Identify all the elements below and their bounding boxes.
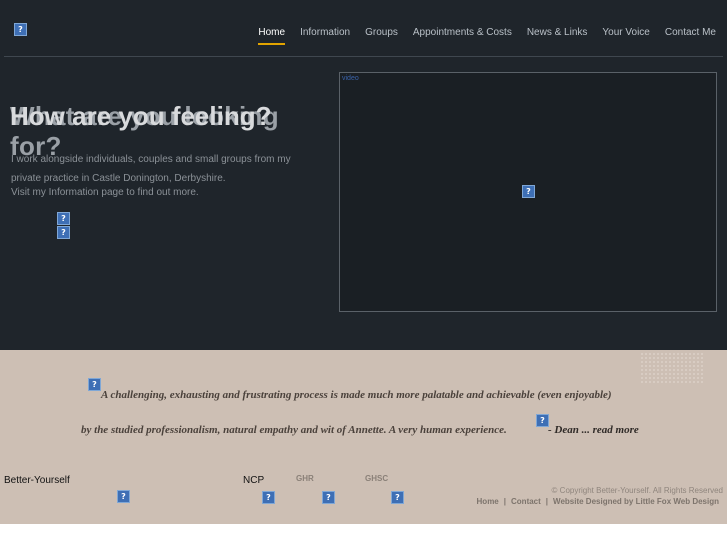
logo-broken-image-icon[interactable]: ?: [14, 23, 27, 36]
intro-line-3: Visit my Information page to find out mo…: [11, 187, 199, 198]
nav-item-appointments-costs[interactable]: Appointments & Costs: [413, 27, 512, 45]
nav-item-your-voice[interactable]: Your Voice: [602, 27, 649, 45]
hero-intro: I work alongside individuals, couples an…: [11, 150, 311, 199]
footer-broken-image-icon: ?: [262, 491, 275, 504]
nav-item-news-links[interactable]: News & Links: [527, 27, 588, 45]
nav-item-groups[interactable]: Groups: [365, 27, 398, 45]
broken-image-icon: ?: [57, 212, 70, 225]
footer-broken-image-icon: ?: [322, 491, 335, 504]
footer-ghsc-label: GHSC: [365, 474, 389, 483]
testimonial-line-1: A challenging, exhausting and frustratin…: [101, 389, 612, 401]
header-divider: [4, 56, 723, 57]
footer-link-contact[interactable]: Contact: [511, 497, 541, 506]
testimonial-read-more-link[interactable]: - Dean ... read more: [548, 424, 639, 436]
nav-item-home[interactable]: Home: [258, 27, 285, 45]
footer-link-home[interactable]: Home: [477, 497, 499, 506]
footer-brand: Better-Yourself: [4, 475, 70, 486]
footer-copyright: © Copyright Better-Yourself. All Rights …: [551, 486, 723, 495]
hero-headline-front: How are you feeling?: [10, 101, 272, 131]
quote-broken-image-icon: ?: [88, 378, 101, 391]
decorative-dots: [640, 352, 704, 384]
footer-ncp-label: NCP: [243, 475, 265, 486]
intro-line-2: private practice in Castle Donington, De…: [11, 173, 226, 184]
footer-links: Home | Contact | Website Designed by Little …: [477, 497, 719, 506]
footer-broken-image-icon: ?: [391, 491, 404, 504]
testimonial-line-2: by the studied professionalism, natural …: [81, 424, 507, 436]
footer-separator: |: [545, 497, 549, 506]
footer-separator: |: [503, 497, 507, 506]
video-broken-image-icon: ?: [522, 185, 535, 198]
broken-image-icon: ?: [57, 226, 70, 239]
main-nav: Home Information Groups Appointments & C…: [243, 27, 716, 45]
video-label: video: [342, 75, 359, 82]
nav-item-contact-me[interactable]: Contact Me: [665, 27, 716, 45]
footer-link-designer[interactable]: Website Designed by Little Fox Web Desig…: [553, 497, 719, 506]
footer-broken-image-icon: ?: [117, 490, 130, 503]
video-frame[interactable]: video ?: [339, 72, 717, 312]
nav-item-information[interactable]: Information: [300, 27, 350, 45]
footer-ghr-label: GHR: [296, 474, 314, 483]
hero-section: ? Home Information Groups Appointments &…: [0, 0, 727, 350]
intro-line-1: I work alongside individuals, couples an…: [11, 154, 291, 165]
